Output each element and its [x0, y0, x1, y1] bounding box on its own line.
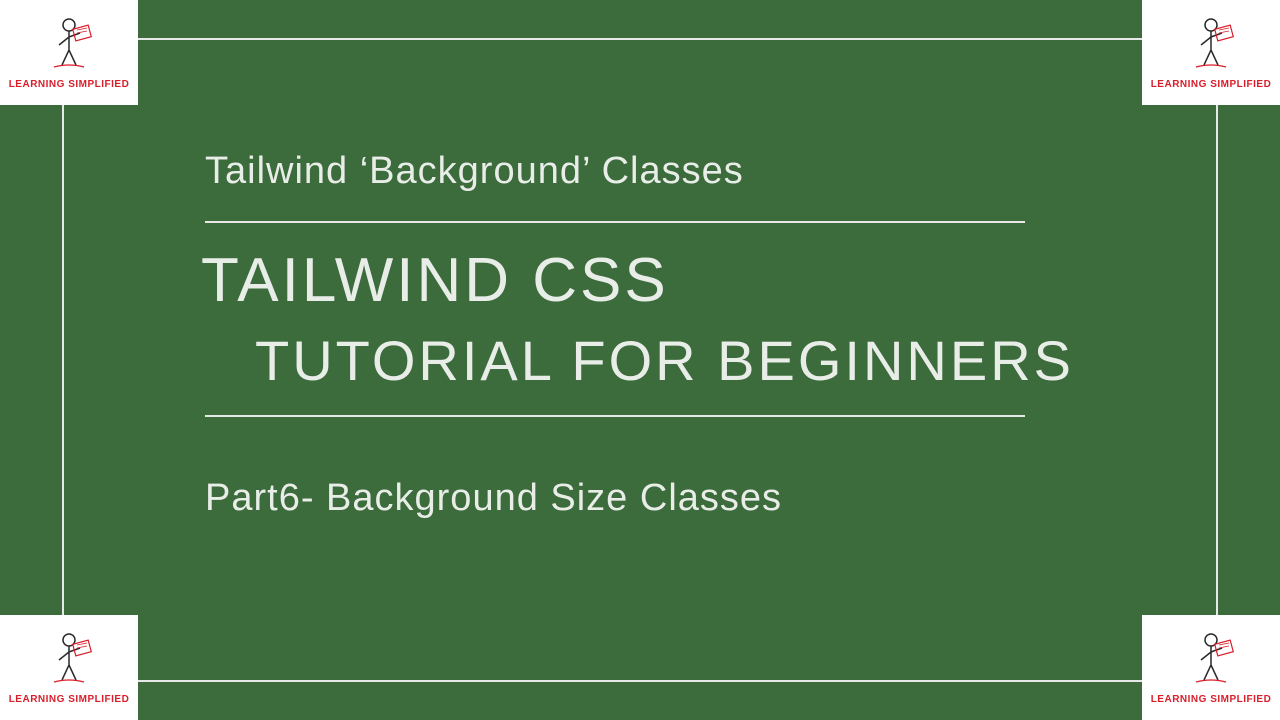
slide-title-line2: TUTORIAL FOR BEGINNERS	[255, 328, 1190, 393]
brand-name: LEARNING SIMPLIFIED	[9, 79, 130, 90]
brand-logo-bottom-right: LEARNING SIMPLIFIED	[1142, 615, 1280, 720]
slide-title-line1: TAILWIND CSS	[201, 245, 1190, 316]
brand-name: LEARNING SIMPLIFIED	[1151, 79, 1272, 90]
divider-top	[205, 221, 1025, 223]
brand-logo-top-left: LEARNING SIMPLIFIED	[0, 0, 138, 105]
slide-content: Tailwind ‘Background’ Classes TAILWIND C…	[205, 150, 1190, 520]
brand-figure-icon	[1186, 630, 1236, 690]
slide-subtitle: Part6- Background Size Classes	[205, 477, 1190, 520]
brand-name: LEARNING SIMPLIFIED	[9, 694, 130, 705]
brand-logo-bottom-left: LEARNING SIMPLIFIED	[0, 615, 138, 720]
brand-figure-icon	[1186, 15, 1236, 75]
brand-name: LEARNING SIMPLIFIED	[1151, 694, 1272, 705]
brand-figure-icon	[44, 15, 94, 75]
brand-figure-icon	[44, 630, 94, 690]
slide-overline: Tailwind ‘Background’ Classes	[205, 150, 1190, 193]
divider-bottom	[205, 415, 1025, 417]
brand-logo-top-right: LEARNING SIMPLIFIED	[1142, 0, 1280, 105]
